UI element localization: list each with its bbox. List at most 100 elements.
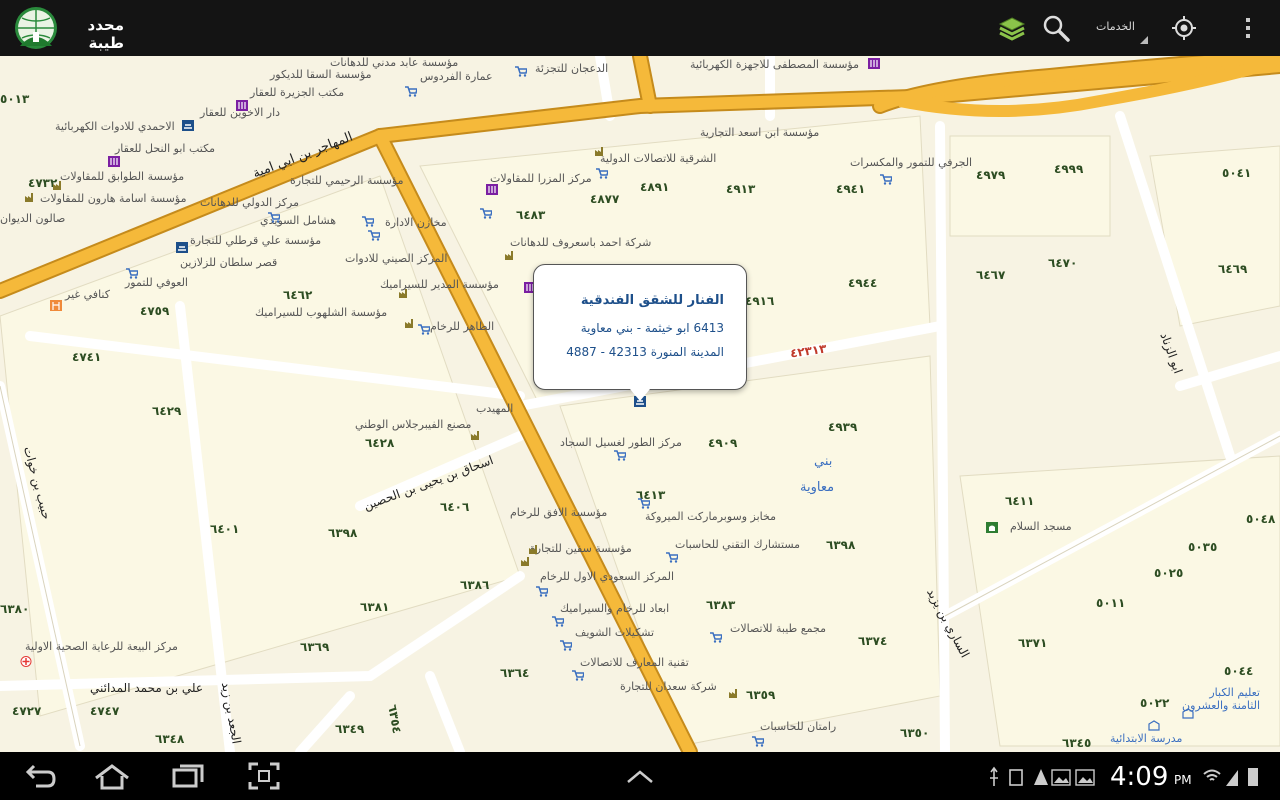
place-label[interactable]: مركز الطور لغسيل السجاد [560,436,682,449]
factory-icon[interactable] [52,180,64,191]
place-label[interactable]: مؤسسة السقا للديكور [270,68,372,81]
place-label[interactable]: مؤسسة الرحيمي للتجارة [290,174,403,187]
wifi-signal-battery-icons[interactable] [1200,764,1264,790]
chevron-up-icon[interactable] [622,760,658,792]
shopping-cart-icon[interactable] [596,168,608,179]
place-info-popup[interactable]: الفنار للشقق الفندقية 6413 ابو خيثمة - ب… [533,264,747,401]
shopping-cart-icon[interactable] [126,268,138,279]
layers-icon[interactable] [994,10,1030,46]
shopping-cart-icon[interactable] [666,552,678,563]
place-label[interactable]: مؤسسة المصطفى للاجهزة الكهربائية [690,58,859,71]
place-label[interactable]: تشكيلات الشويف [575,626,654,639]
shopping-cart-icon[interactable] [710,632,722,643]
place-label[interactable]: عمارة الفردوس [420,70,493,83]
parcel-number: ٦٣٤٨ [155,732,185,746]
shopping-cart-icon[interactable] [552,616,564,627]
shopping-cart-icon[interactable] [515,66,527,77]
restaurant-icon[interactable] [108,156,120,167]
place-label[interactable]: مؤسسة الشلهوب للسيراميك [255,306,387,319]
back-icon[interactable] [22,760,58,792]
place-label[interactable]: شركة سعدان للتجارة [620,680,717,693]
factory-icon[interactable] [520,556,532,567]
status-icons [990,766,1095,786]
place-label[interactable]: صالون الديوان [0,212,65,225]
place-label[interactable]: مخازن الادارة [385,216,447,229]
place-label[interactable]: مركز المزرا للمقاولات [490,172,592,185]
place-label[interactable]: مكتب الجزيرة للعقار [250,86,344,99]
place-label[interactable]: مؤسسة ابن اسعد التجارية [700,126,819,139]
place-label[interactable]: مستشارك التقني للحاسبات [675,538,800,551]
shopping-cart-icon[interactable] [536,586,548,597]
place-label[interactable]: مسجد السلام [1010,520,1072,533]
place-label[interactable]: مركز الدولي للدهانات [200,196,299,209]
place-label[interactable]: تقنية المعارف للاتصالات [580,656,689,669]
place-label[interactable]: مجمع طيبة للاتصالات [730,622,826,635]
factory-icon[interactable] [470,430,482,441]
hospital-icon[interactable] [20,656,32,667]
mosque-icon[interactable] [986,522,998,533]
parcel-number: ٦٣٩٨ [328,526,358,540]
parcel-number: ٤٨٧٧ [590,192,620,206]
shopping-cart-icon[interactable] [480,208,492,219]
hotel-icon[interactable] [182,120,194,131]
factory-icon[interactable] [24,192,36,203]
place-label[interactable]: مدرسة الابتدائية [1110,732,1182,745]
parcel-number: ٤٩٩٩ [1054,162,1084,176]
screenshot-icon[interactable] [246,760,282,792]
factory-icon[interactable] [404,318,416,329]
school-icon[interactable] [1182,708,1194,719]
shopping-cart-icon[interactable] [405,86,417,97]
restaurant-icon[interactable] [868,58,880,69]
factory-icon[interactable] [528,544,540,555]
factory-icon[interactable] [398,288,410,299]
gps-locate-icon[interactable] [1166,10,1202,46]
place-label[interactable]: مصنع الفيبرجلاس الوطني [355,418,471,431]
restaurant-icon[interactable] [486,184,498,195]
shopping-cart-icon[interactable] [572,670,584,681]
factory-icon[interactable] [594,146,606,157]
place-label[interactable]: مركز البيعة للرعاية الصحية الاولية [25,640,178,653]
shopping-cart-icon[interactable] [560,640,572,651]
shopping-cart-icon[interactable] [368,230,380,241]
place-label[interactable]: شركة احمد باسعروف للدهانات [510,236,651,249]
shopping-cart-icon[interactable] [638,498,650,509]
place-label[interactable]: مخابز وسوبرماركت الميروكة [645,510,776,523]
place-label[interactable]: كنافي غير [65,288,110,301]
map-view[interactable]: المهاجر بن ابي امية اسحاق بن يحيى بن الح… [0,56,1280,752]
shopping-cart-icon[interactable] [880,174,892,185]
place-label[interactable]: الاحمدي للادوات الكهربائية [55,120,175,133]
place-label[interactable]: الطاهر للرخام [430,320,494,333]
place-label[interactable]: مؤسسة الافق للرخام [510,506,607,519]
place-label[interactable]: الجرفي للتمور والمكسرات [850,156,972,169]
shopping-cart-icon[interactable] [268,212,280,223]
shopping-cart-icon[interactable] [362,216,374,227]
place-label[interactable]: الشرقية للاتصالات الدولية [600,152,716,165]
home-icon[interactable] [92,760,132,792]
place-label[interactable]: الدعجان للتجزئة [535,62,608,75]
place-label[interactable]: مؤسسة علي قرطلي للتجارة [190,234,321,247]
place-label[interactable]: مؤسسة الطوابق للمقاولات [60,170,184,183]
search-icon[interactable] [1038,10,1074,46]
place-label[interactable]: ابعاد للرخام والسيراميك [560,602,669,615]
restaurant-icon[interactable] [236,100,248,111]
overflow-menu-icon[interactable] [1230,10,1266,46]
place-label[interactable]: رامتان للحاسبات [760,720,836,733]
place-label[interactable]: مؤسسة اسامة هارون للمقاولات [40,192,186,205]
place-label[interactable]: مؤسسة سفين للتجارة [530,542,632,555]
app-logo-icon[interactable] [14,6,58,50]
services-dropdown[interactable]: الخدمات [1092,14,1148,44]
recent-apps-icon[interactable] [170,760,206,792]
place-label[interactable]: المركز الصيني للادوات [345,252,447,265]
place-label[interactable]: المركز السعودي الاول للرخام [540,570,674,583]
school-icon[interactable] [1148,720,1160,731]
hotel-icon[interactable] [176,242,188,253]
playground-icon[interactable] [50,300,62,311]
shopping-cart-icon[interactable] [614,450,626,461]
shopping-cart-icon[interactable] [752,736,764,747]
shopping-cart-icon[interactable] [418,324,430,335]
factory-icon[interactable] [504,250,516,261]
place-label[interactable]: مكتب ابو النحل للعقار [115,142,215,155]
factory-icon[interactable] [728,688,740,699]
parcel-number: ٦٤٢٩ [152,404,182,418]
place-label[interactable]: قصر سلطان للزلازين [180,256,277,269]
